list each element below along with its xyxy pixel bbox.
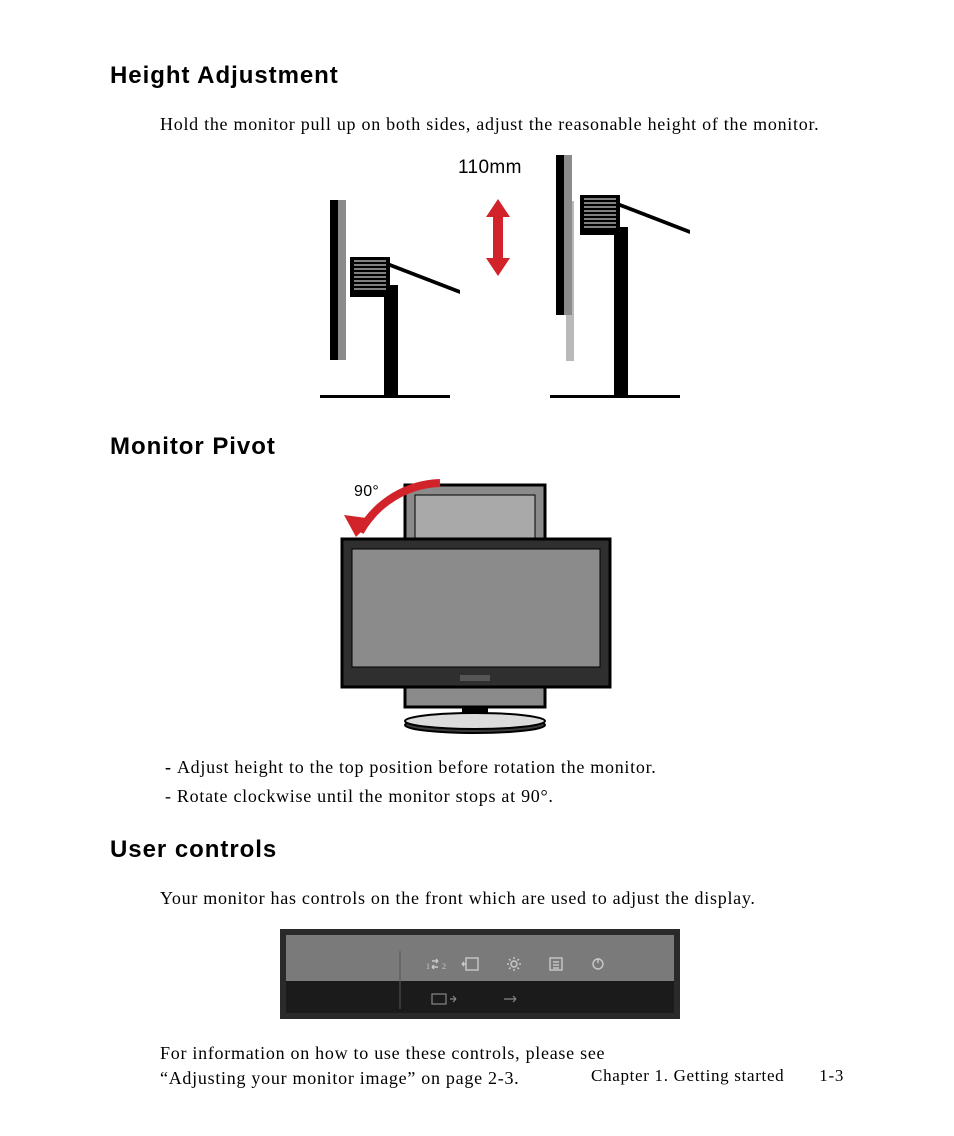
pivot-bullet-2: - Rotate clockwise until the monitor sto…	[165, 784, 844, 809]
footer-page-number: 1-3	[819, 1066, 844, 1086]
figure-height-label: 110mm	[458, 157, 522, 179]
figure-user-controls: 1 2	[280, 929, 680, 1019]
figure-monitor-pivot: 90°	[250, 477, 710, 737]
pivot-bullet-1: - Adjust height to the top position befo…	[165, 755, 844, 780]
footer-chapter: Chapter 1. Getting started	[591, 1066, 784, 1085]
figure-height-adjustment: 110mm	[250, 155, 770, 415]
heading-user-controls: User controls	[110, 836, 844, 864]
figure-pivot-label: 90°	[354, 483, 379, 501]
svg-text:1: 1	[426, 962, 430, 971]
paragraph-controls-intro: Your monitor has controls on the front w…	[160, 886, 844, 911]
heading-height-adjustment: Height Adjustment	[110, 62, 844, 90]
page: Height Adjustment Hold the monitor pull …	[0, 0, 954, 1136]
page-footer: Chapter 1. Getting started 1-3	[110, 1066, 844, 1086]
heading-monitor-pivot: Monitor Pivot	[110, 433, 844, 461]
svg-text:2: 2	[442, 962, 446, 971]
paragraph-height-intro: Hold the monitor pull up on both sides, …	[160, 112, 844, 137]
bullet-dash-icon: -	[165, 757, 177, 777]
